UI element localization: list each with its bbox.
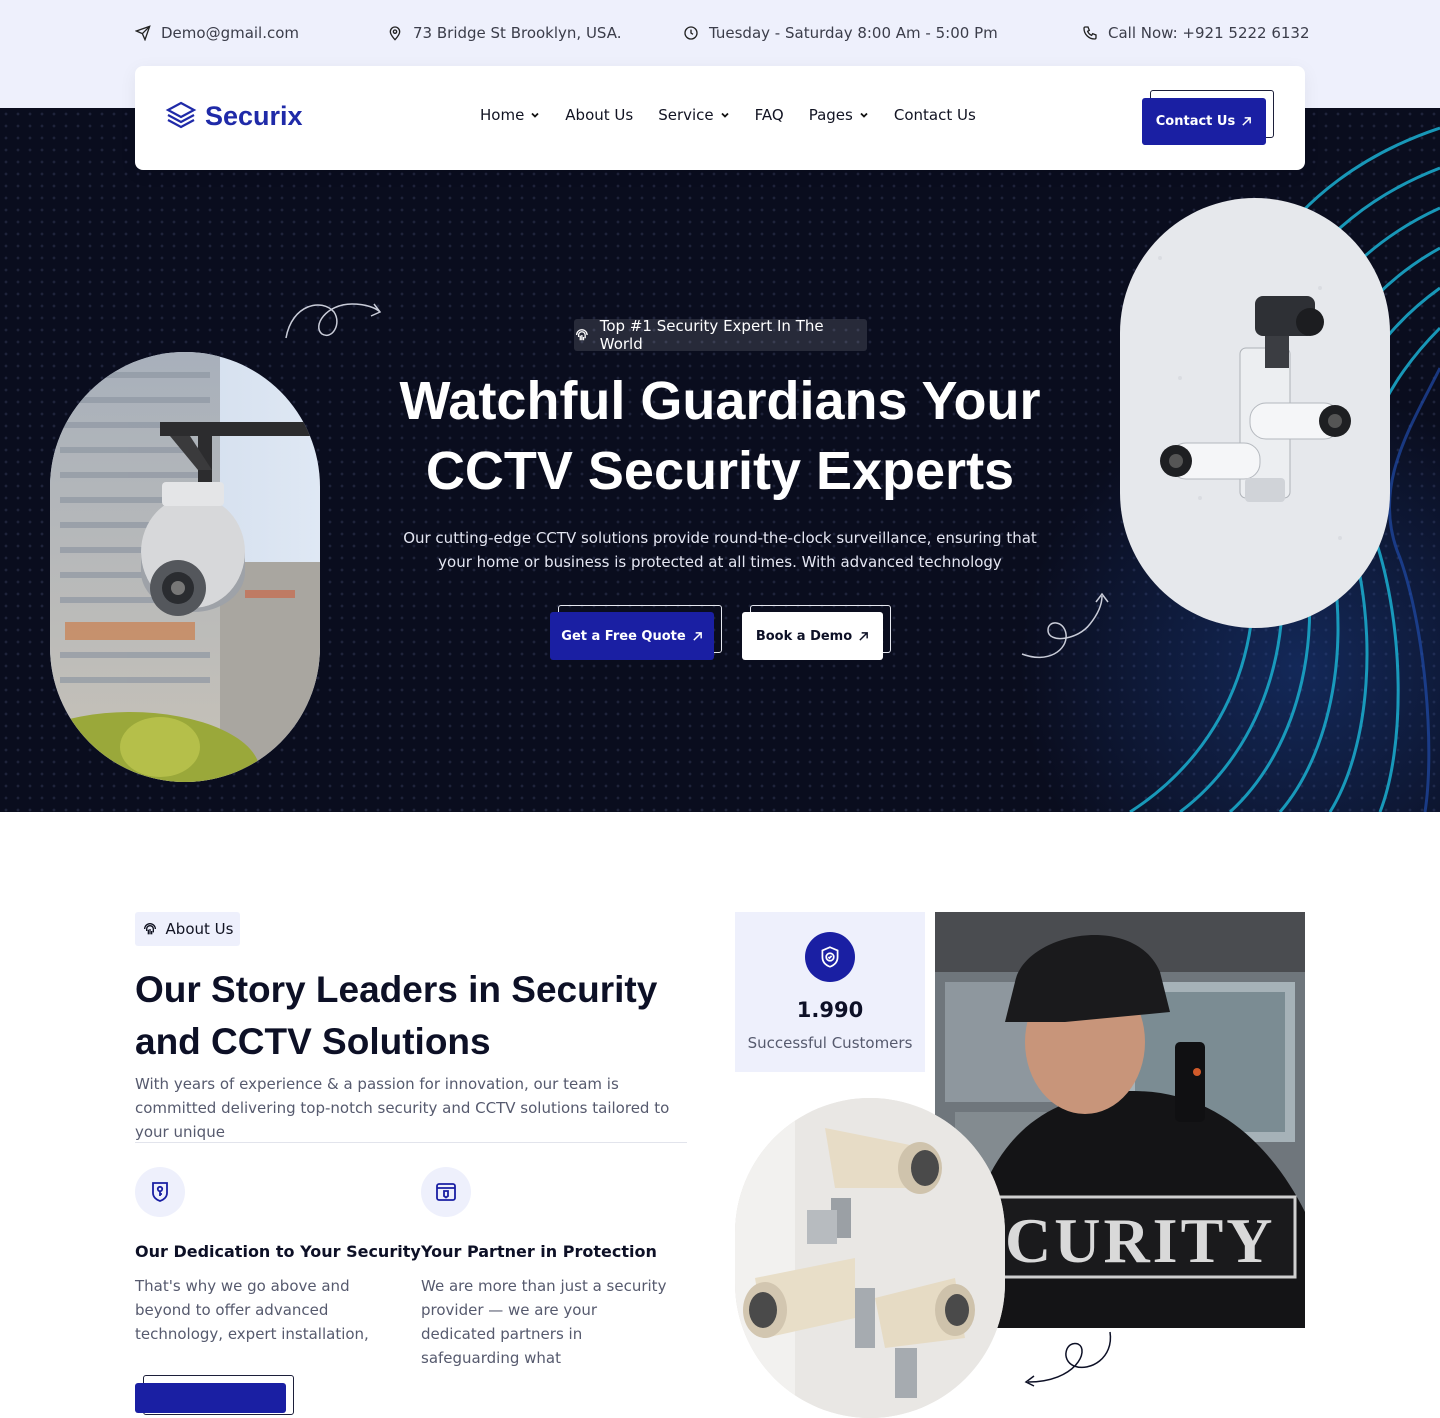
hours-text: Tuesday - Saturday 8:00 Am - 5:00 Pm (709, 24, 998, 42)
about-more-button[interactable] (135, 1383, 286, 1413)
arrow-up-right-icon (1242, 117, 1252, 126)
book-demo-button[interactable]: Book a Demo (742, 612, 883, 660)
layers-logo-icon (165, 101, 197, 129)
about-title: Our Story Leaders in Security and CCTV S… (135, 969, 658, 1062)
about-tag: About Us (135, 912, 240, 946)
nav-home[interactable]: Home (480, 106, 540, 124)
get-quote-button[interactable]: Get a Free Quote (550, 612, 714, 660)
fingerprint-icon (143, 923, 156, 935)
hero-left-camera-image (50, 352, 320, 782)
header-contact-button[interactable]: Contact Us (1142, 98, 1266, 145)
email-text: Demo@gmail.com (161, 24, 300, 42)
hours-info: Tuesday - Saturday 8:00 Am - 5:00 Pm (683, 22, 998, 44)
curly-arrow-doodle (285, 303, 382, 339)
security-browser-icon (436, 1183, 456, 1201)
address-text: 73 Bridge St Brooklyn, USA. (413, 24, 622, 42)
nav-pages-label: Pages (808, 106, 853, 124)
phone-info[interactable]: Call Now: +921 5222 6132 (1082, 22, 1310, 44)
nav-contact[interactable]: Contact Us (894, 106, 976, 124)
about-divider (135, 1142, 687, 1143)
arrow-up-right-icon (693, 631, 702, 641)
curly-arrow-doodle-3 (1024, 1331, 1112, 1387)
shield-check-icon (821, 946, 839, 968)
main-header: Securix Home About Us Service FAQ Pages … (135, 66, 1305, 170)
feature-2-text: We are more than just a security provide… (421, 1277, 667, 1367)
hero-subtitle: Our cutting-edge CCTV solutions provide … (403, 529, 1037, 571)
hero-badge: Top #1 Security Expert In The World (574, 317, 867, 353)
clock-icon (684, 26, 698, 40)
location-pin-icon (389, 26, 401, 41)
chevron-down-icon (531, 112, 539, 118)
logo-text: Securix (205, 100, 303, 131)
feature-1-text: That's why we go above and beyond to off… (135, 1277, 369, 1343)
nav-home-label: Home (480, 106, 525, 124)
fingerprint-icon (575, 329, 588, 341)
book-demo-label: Book a Demo (755, 628, 853, 644)
address-info: 73 Bridge St Brooklyn, USA. (387, 22, 622, 44)
phone-text: Call Now: +921 5222 6132 (1108, 24, 1310, 42)
hero-badge-text: Top #1 Security Expert In The World (599, 317, 824, 353)
feature-1-title: Our Dedication to Your Security (135, 1242, 421, 1261)
send-icon (135, 25, 151, 41)
nav-service[interactable]: Service (658, 106, 729, 124)
hero-title-line2: CCTV Security Experts (425, 441, 1015, 501)
main-nav: Home About Us Service FAQ Pages Contact … (480, 106, 976, 124)
hero-title-line1: Watchful Guardians Your (399, 371, 1041, 431)
feature-1-icon-wrap (135, 1167, 185, 1217)
nav-contact-label: Contact Us (893, 106, 976, 124)
shield-key-icon (152, 1182, 168, 1202)
cctv-cameras-image (735, 1098, 1005, 1418)
stat-value: 1.990 (796, 998, 864, 1022)
hero-right-cameras-image (1120, 198, 1390, 628)
feature-2-title: Your Partner in Protection (421, 1242, 657, 1261)
arrow-up-right-icon (859, 631, 869, 641)
email-info[interactable]: Demo@gmail.com (135, 22, 299, 44)
about-tag-text: About Us (165, 920, 234, 938)
stat-label: Successful Customers (747, 1034, 913, 1052)
chevron-down-icon (721, 112, 729, 118)
chevron-down-icon (860, 112, 868, 118)
nav-faq[interactable]: FAQ (755, 106, 784, 124)
hero-title: Watchful Guardians Your CCTV Security Ex… (320, 366, 1120, 506)
curly-arrow-doodle-2 (1021, 592, 1109, 659)
guard-image-text: CURITY (1005, 1205, 1275, 1276)
nav-about-label: About Us (565, 106, 634, 124)
stat-card: 1.990 Successful Customers (735, 912, 925, 1072)
nav-about[interactable]: About Us (565, 106, 633, 124)
nav-service-label: Service (658, 106, 714, 124)
site-logo[interactable]: Securix (165, 100, 303, 132)
get-quote-label: Get a Free Quote (561, 628, 686, 644)
hero-section: Top #1 Security Expert In The World Watc… (0, 108, 1440, 812)
nav-pages[interactable]: Pages (809, 106, 869, 124)
nav-faq-label: FAQ (754, 106, 784, 124)
about-text: With years of experience & a passion for… (135, 1075, 670, 1141)
feature-2-icon-wrap (421, 1167, 471, 1217)
stat-icon-wrap (805, 932, 855, 982)
phone-icon (1083, 26, 1097, 40)
header-contact-label: Contact Us (1155, 114, 1236, 129)
